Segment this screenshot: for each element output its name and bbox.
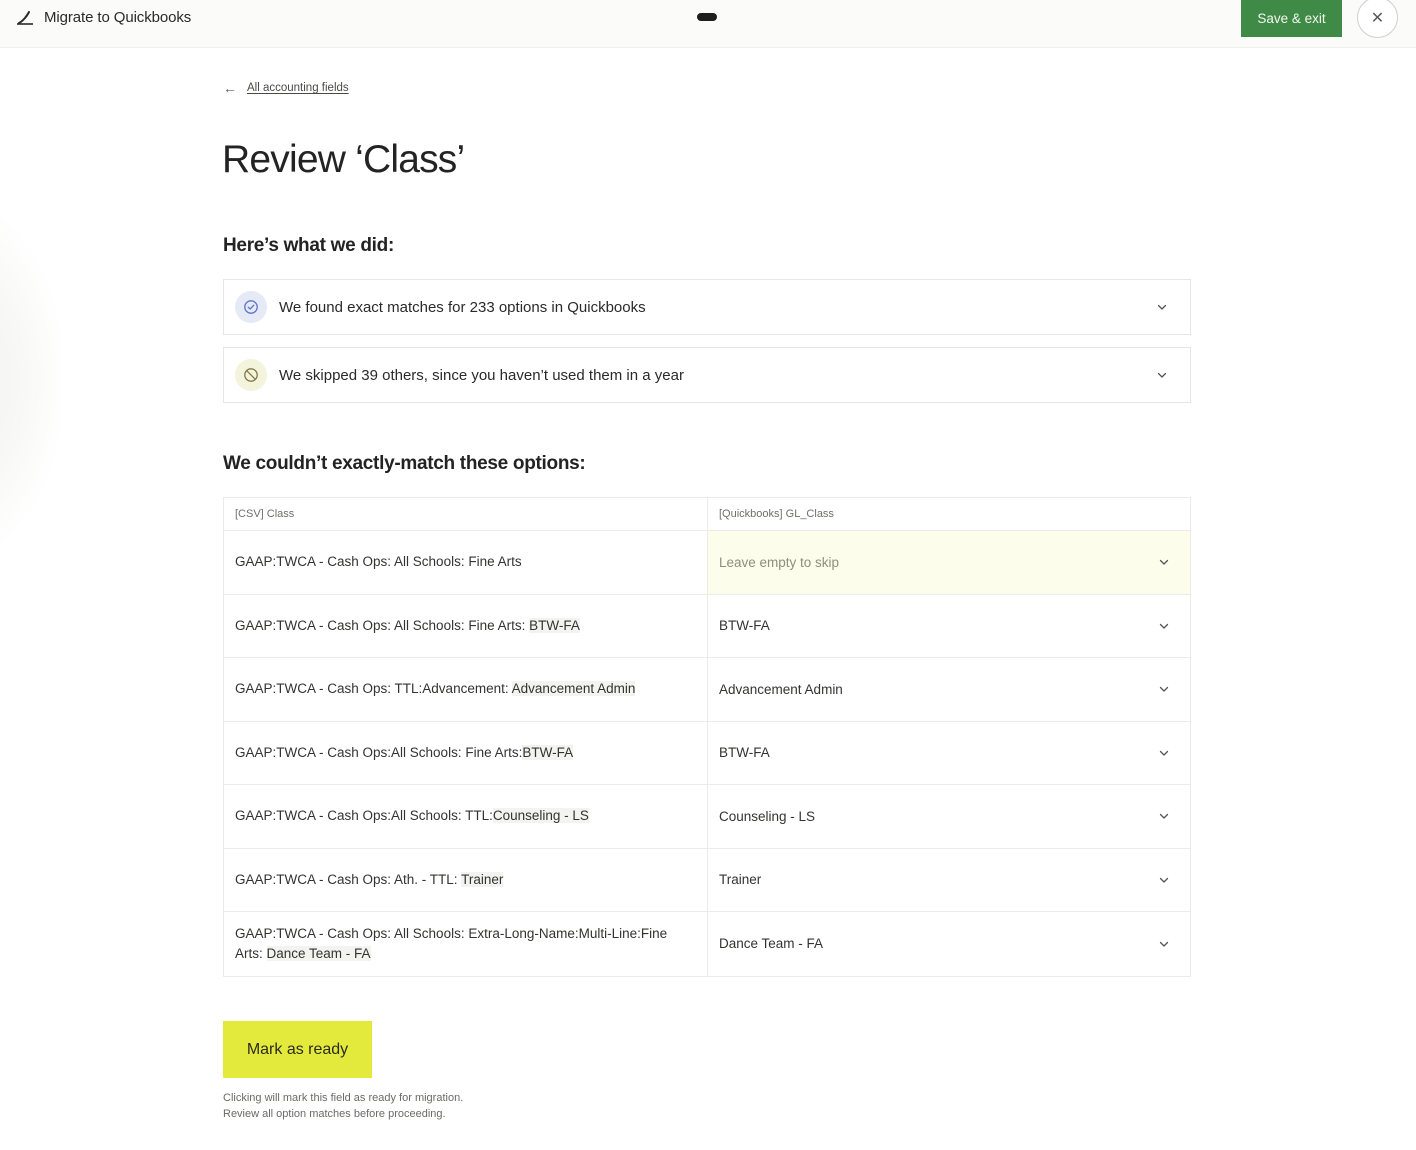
- table-row: GAAP:TWCA - Cash Ops: TTL:Advancement: A…: [224, 658, 1190, 722]
- select-value: Counseling - LS: [719, 808, 816, 824]
- select-value: BTW-FA: [719, 745, 770, 761]
- csv-class-cell: GAAP:TWCA - Cash Ops: All Schools: Fine …: [224, 594, 708, 657]
- table-row: GAAP:TWCA - Cash Ops:All Schools: TTL:Co…: [224, 785, 1190, 849]
- mapping-table: [CSV] Class [Quickbooks] GL_Class GAAP:T…: [223, 497, 1191, 977]
- csv-class-cell: GAAP:TWCA - Cash Ops: All Schools: Fine …: [224, 531, 708, 594]
- select-value: Trainer: [719, 872, 762, 888]
- quickbooks-class-select[interactable]: Leave empty to skip: [708, 531, 1190, 594]
- csv-class-text: GAAP:TWCA - Cash Ops: TTL:Advancement: A…: [235, 679, 636, 699]
- save-exit-button[interactable]: Save & exit: [1241, 0, 1342, 37]
- column-header-quickbooks: [Quickbooks] GL_Class: [719, 508, 834, 520]
- background-shade: [0, 200, 60, 560]
- matched-segment-highlight: BTW-FA: [522, 744, 574, 760]
- matched-segment-highlight: BTW-FA: [529, 617, 580, 633]
- quickbooks-class-select[interactable]: BTW-FA: [708, 595, 1190, 658]
- chevron-down-icon: [1157, 304, 1167, 310]
- csv-class-text: GAAP:TWCA - Cash Ops: All Schools: Fine …: [235, 616, 580, 636]
- section-heading-done: Here’s what we did:: [223, 235, 394, 256]
- arrow-left-icon: ←: [223, 80, 237, 96]
- drag-handle[interactable]: [697, 13, 717, 21]
- close-icon: ✕: [1370, 9, 1385, 27]
- quickbooks-class-select[interactable]: Dance Team - FA: [708, 912, 1190, 976]
- csv-class-text: GAAP:TWCA - Cash Ops: All Schools: Extra…: [235, 924, 696, 964]
- summary-text: We skipped 39 others, since you haven’t …: [279, 366, 684, 384]
- csv-class-prefix: GAAP:TWCA - Cash Ops:All Schools: TTL:: [235, 808, 493, 824]
- chevron-down-icon: [1159, 560, 1169, 565]
- page-title: Review ‘Class’: [222, 138, 465, 181]
- chevron-down-icon: [1159, 941, 1169, 947]
- csv-class-cell: GAAP:TWCA - Cash Ops:All Schools: TTL:Co…: [224, 785, 708, 848]
- chevron-down-icon: [1159, 687, 1169, 692]
- helper-line: Clicking will mark this field as ready f…: [223, 1092, 464, 1104]
- select-value: BTW-FA: [719, 618, 770, 634]
- table-row: GAAP:TWCA - Cash Ops: Ath. - TTL: Traine…: [224, 848, 1190, 912]
- check-circle-icon: [235, 291, 267, 323]
- csv-class-cell: GAAP:TWCA - Cash Ops: TTL:Advancement: A…: [224, 658, 708, 721]
- select-placeholder: Leave empty to skip: [719, 554, 840, 570]
- wing-logo-icon: [16, 10, 34, 26]
- helper-line: Review all option matches before proceed…: [223, 1108, 446, 1120]
- close-button[interactable]: ✕: [1357, 0, 1398, 38]
- chevron-down-icon: [1159, 877, 1169, 883]
- quickbooks-class-select[interactable]: Trainer: [708, 849, 1190, 912]
- csv-class-text: GAAP:TWCA - Cash Ops: All Schools: Fine …: [235, 552, 522, 572]
- quickbooks-class-select[interactable]: Counseling - LS: [708, 785, 1190, 848]
- table-header: [CSV] Class [Quickbooks] GL_Class: [224, 498, 1190, 531]
- table-row: GAAP:TWCA - Cash Ops:All Schools: Fine A…: [224, 721, 1190, 785]
- chevron-down-icon: [1157, 372, 1167, 378]
- csv-class-prefix: GAAP:TWCA - Cash Ops: All Schools: Fine …: [235, 554, 522, 570]
- quickbooks-class-select[interactable]: Advancement Admin: [708, 658, 1190, 721]
- chevron-down-icon: [1159, 623, 1169, 629]
- helper-text: Clicking will mark this field as ready f…: [223, 1090, 463, 1122]
- mark-as-ready-button[interactable]: Mark as ready: [223, 1021, 372, 1078]
- csv-class-prefix: GAAP:TWCA - Cash Ops: Ath. - TTL:: [235, 871, 462, 887]
- csv-class-prefix: GAAP:TWCA - Cash Ops:All Schools: Fine A…: [235, 744, 523, 760]
- select-value: Advancement Admin: [719, 681, 843, 697]
- chevron-down-icon: [1159, 750, 1169, 756]
- csv-class-text: GAAP:TWCA - Cash Ops:All Schools: Fine A…: [235, 743, 574, 763]
- csv-class-cell: GAAP:TWCA - Cash Ops:All Schools: Fine A…: [224, 721, 708, 784]
- matched-segment-highlight: Trainer: [461, 871, 504, 887]
- table-row: GAAP:TWCA - Cash Ops: All Schools: Fine …: [224, 531, 1190, 595]
- matched-segment-highlight: Dance Team - FA: [266, 945, 371, 961]
- select-value: Dance Team - FA: [719, 936, 824, 952]
- csv-class-prefix: GAAP:TWCA - Cash Ops: All Schools: Fine …: [235, 617, 530, 633]
- csv-class-cell: GAAP:TWCA - Cash Ops: All Schools: Extra…: [224, 912, 708, 976]
- table-row: GAAP:TWCA - Cash Ops: All Schools: Extra…: [224, 912, 1190, 976]
- app-title: Migrate to Quickbooks: [44, 9, 192, 26]
- summary-text: We found exact matches for 233 options i…: [279, 298, 646, 316]
- table-row: GAAP:TWCA - Cash Ops: All Schools: Fine …: [224, 594, 1190, 658]
- matched-segment-highlight: Counseling - LS: [492, 808, 589, 824]
- top-bar: Migrate to Quickbooks Save & exit ✕: [0, 0, 1416, 48]
- quickbooks-class-select[interactable]: BTW-FA: [708, 722, 1190, 785]
- csv-class-cell: GAAP:TWCA - Cash Ops: Ath. - TTL: Traine…: [224, 848, 708, 911]
- back-link-label: All accounting fields: [247, 82, 349, 94]
- section-heading-unmatched: We couldn’t exactly-match these options:: [223, 453, 586, 474]
- summary-card-skipped[interactable]: We skipped 39 others, since you haven’t …: [223, 347, 1191, 403]
- matched-segment-highlight: Advancement Admin: [511, 681, 636, 697]
- summary-card-matches[interactable]: We found exact matches for 233 options i…: [223, 279, 1191, 335]
- csv-class-text: GAAP:TWCA - Cash Ops:All Schools: TTL:Co…: [235, 806, 589, 826]
- back-link[interactable]: ← All accounting fields: [223, 81, 349, 95]
- prohibited-icon: [235, 359, 267, 391]
- chevron-down-icon: [1159, 814, 1169, 819]
- csv-class-prefix: GAAP:TWCA - Cash Ops: TTL:Advancement:: [235, 681, 512, 697]
- csv-class-text: GAAP:TWCA - Cash Ops: Ath. - TTL: Traine…: [235, 870, 504, 890]
- column-header-csv: [CSV] Class: [224, 498, 708, 530]
